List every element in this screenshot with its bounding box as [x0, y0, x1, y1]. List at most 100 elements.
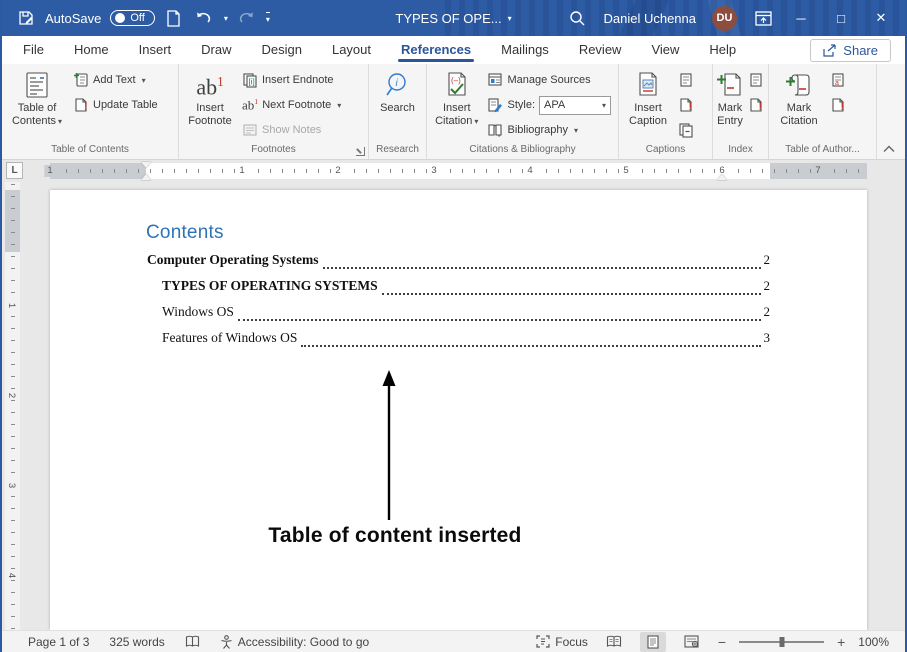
autosave-label: AutoSave [45, 11, 101, 26]
focus-button[interactable]: Focus [536, 635, 588, 649]
update-index-button[interactable]: ! [745, 94, 767, 116]
insert-table-of-authorities-button[interactable]: a [827, 69, 849, 91]
group-label: Table of Contents [2, 142, 178, 159]
update-table-button[interactable]: ! Update Table [70, 94, 161, 116]
svg-text:(–): (–) [451, 76, 461, 85]
dot-leader [323, 267, 761, 269]
cross-reference-button[interactable] [675, 119, 697, 141]
toc-heading[interactable]: Contents [146, 222, 224, 244]
table-of-contents-button[interactable]: Table of Contents▾ [6, 67, 68, 142]
vertical-ruler[interactable]: 1234 [5, 182, 20, 630]
tab-references[interactable]: References [386, 37, 486, 63]
insert-caption-button[interactable]: Insert Caption [623, 67, 673, 142]
save-icon[interactable] [164, 8, 184, 28]
undo-icon[interactable] [193, 8, 213, 28]
save-pen-icon[interactable] [16, 8, 36, 28]
tab-file[interactable]: File [8, 37, 59, 63]
ruler-number: 4 [6, 571, 17, 580]
avatar[interactable]: DU [712, 6, 737, 31]
group-label: Index [713, 142, 768, 159]
annotation-text: Table of content inserted [250, 524, 540, 548]
ruler-number: 3 [6, 481, 17, 490]
next-footnote-button[interactable]: ab1 Next Footnote▾ [239, 94, 344, 116]
group-label: Captions [619, 142, 712, 159]
right-indent-marker[interactable] [717, 174, 727, 180]
ribbon-tab-row: FileHomeInsertDrawDesignLayoutReferences… [2, 36, 905, 64]
accessibility-status[interactable]: Accessibility: Good to go [220, 635, 369, 649]
add-text-icon [73, 72, 89, 88]
zoom-level[interactable]: 100% [858, 635, 889, 649]
insert-table-of-figures-button[interactable] [675, 69, 697, 91]
mark-entry-icon [717, 70, 743, 100]
word-count[interactable]: 325 words [109, 635, 164, 649]
zoom-in-button[interactable]: + [837, 634, 845, 650]
toc-entry[interactable]: Computer Operating Systems2 [147, 252, 770, 278]
toc-entry[interactable]: Windows OS2 [147, 304, 770, 330]
customize-qat-icon[interactable]: ▾ [266, 12, 270, 24]
autosave-toggle[interactable]: Off [110, 10, 154, 26]
document-page[interactable]: Contents Computer Operating Systems2TYPE… [50, 190, 867, 630]
add-text-button[interactable]: Add Text▾ [70, 69, 161, 91]
group-label: Table of Author... [769, 142, 876, 159]
tab-help[interactable]: Help [694, 37, 751, 63]
toc-page-number: 2 [764, 252, 771, 268]
update-table-of-figures-button[interactable]: ! [675, 94, 697, 116]
tab-layout[interactable]: Layout [317, 37, 386, 63]
update-table-of-authorities-button[interactable]: ! [827, 94, 849, 116]
print-layout-button[interactable] [640, 632, 666, 652]
toc-entry-text: Windows OS [162, 304, 234, 320]
tab-insert[interactable]: Insert [124, 37, 187, 63]
undo-caret-icon[interactable]: ▾ [222, 14, 228, 23]
user-name[interactable]: Daniel Uchenna [603, 11, 696, 26]
page-indicator[interactable]: Page 1 of 3 [28, 635, 89, 649]
hanging-indent-marker[interactable] [141, 174, 151, 180]
svg-text:i: i [395, 78, 398, 89]
first-line-indent-marker[interactable] [141, 162, 151, 168]
proofing-icon[interactable] [185, 635, 200, 649]
maximize-button[interactable]: □ [829, 11, 853, 26]
document-title: TYPES OF OPE... [395, 11, 501, 26]
insert-citation-button[interactable]: (–) Insert Citation▾ [431, 67, 482, 142]
insert-index-button[interactable] [745, 69, 767, 91]
search-button[interactable]: i Search [373, 67, 422, 142]
tab-home[interactable]: Home [59, 37, 124, 63]
tab-selector[interactable]: L [6, 162, 23, 179]
focus-icon [536, 635, 550, 648]
manage-sources-button[interactable]: Manage Sources [484, 69, 614, 91]
horizontal-ruler[interactable]: L 11234567 [2, 160, 905, 182]
tab-design[interactable]: Design [247, 37, 317, 63]
mark-entry-button[interactable]: Mark Entry [717, 67, 743, 142]
tab-mailings[interactable]: Mailings [486, 37, 564, 63]
document-area: L 11234567 1234 Contents Computer Operat… [2, 160, 905, 630]
toc-entry[interactable]: TYPES OF OPERATING SYSTEMS2 [147, 278, 770, 304]
collapse-ribbon-button[interactable] [883, 145, 895, 153]
zoom-slider[interactable] [739, 641, 824, 643]
word-window: AutoSave Off ▾ ▾ TYPES OF OPE... ▾ [0, 0, 907, 652]
tab-draw[interactable]: Draw [186, 37, 246, 63]
update-figures-icon: ! [678, 97, 694, 113]
insert-endnote-button[interactable]: [i] Insert Endnote [239, 69, 344, 91]
bibliography-icon [487, 122, 503, 138]
web-layout-button[interactable] [679, 632, 705, 652]
insert-footnote-button[interactable]: ab1 Insert Footnote [183, 67, 237, 142]
style-dropdown[interactable]: APA ▾ [539, 96, 611, 115]
show-notes-button: Show Notes [239, 119, 344, 141]
table-of-figures-icon [678, 72, 694, 88]
zoom-slider-thumb[interactable] [779, 637, 784, 647]
tab-review[interactable]: Review [564, 37, 637, 63]
ribbon-display-options-icon[interactable] [753, 8, 773, 28]
group-table-of-contents: Table of Contents▾ Add Text▾ ! Update Ta… [2, 64, 179, 159]
close-button[interactable]: ✕ [869, 10, 893, 26]
toc-entry[interactable]: Features of Windows OS3 [147, 330, 770, 356]
search-icon[interactable] [567, 8, 587, 28]
read-mode-button[interactable] [601, 632, 627, 652]
footnotes-dialog-launcher-icon[interactable] [356, 147, 365, 156]
minimize-button[interactable]: ─ [789, 11, 813, 26]
group-label: Citations & Bibliography [427, 142, 618, 159]
zoom-out-button[interactable]: − [718, 634, 726, 650]
share-button[interactable]: Share [810, 39, 891, 62]
bibliography-button[interactable]: Bibliography▾ [484, 119, 614, 141]
dot-leader [238, 319, 761, 321]
tab-view[interactable]: View [636, 37, 694, 63]
mark-citation-button[interactable]: Mark Citation [773, 67, 825, 142]
